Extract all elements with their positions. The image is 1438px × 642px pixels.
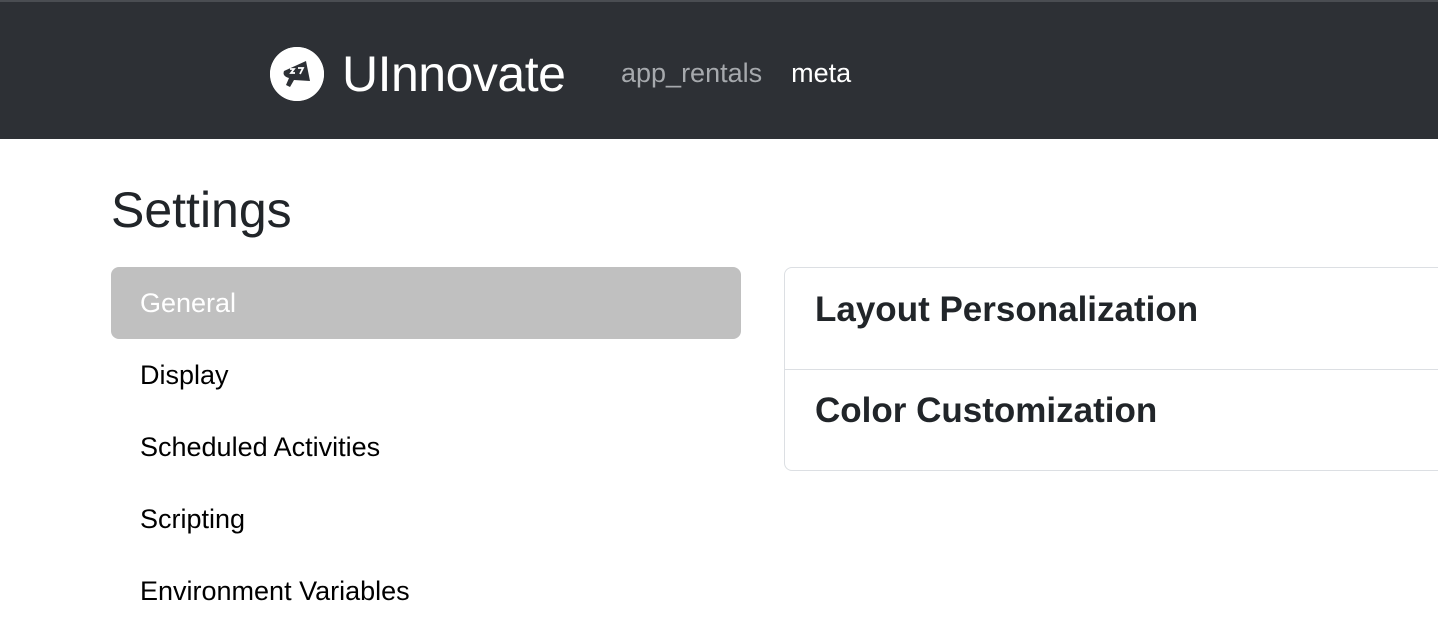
megaphone-logo-icon [270,47,324,101]
settings-menu-item-display[interactable]: Display [111,339,741,411]
color-customization-section[interactable]: Color Customization [785,369,1438,470]
general-settings-panel: Layout Personalization Color Customizati… [784,267,1438,471]
settings-menu-item-environment-variables[interactable]: Environment Variables [111,555,741,627]
brand-link[interactable]: UInnovate [270,46,566,102]
brand-name: UInnovate [342,46,566,102]
layout-personalization-title: Layout Personalization [815,289,1199,329]
nav-link-app-rentals[interactable]: app_rentals [621,56,762,90]
nav-link-meta[interactable]: meta [791,56,851,90]
settings-menu-item-scripting[interactable]: Scripting [111,483,741,555]
color-customization-title: Color Customization [815,391,1158,430]
settings-menu: General Display Scheduled Activities Scr… [111,267,741,627]
top-navbar: UInnovate app_rentals meta [0,0,1438,139]
top-nav-links: app_rentals meta [621,56,851,90]
layout-personalization-section[interactable]: Layout Personalization [785,268,1438,369]
page-title: Settings [111,182,292,238]
settings-menu-item-general[interactable]: General [111,267,741,339]
settings-menu-item-scheduled-activities[interactable]: Scheduled Activities [111,411,741,483]
